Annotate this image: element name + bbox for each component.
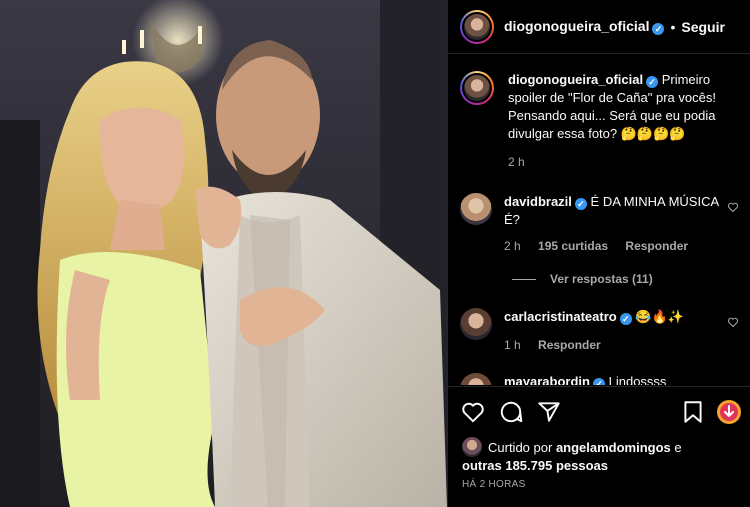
likes-conj: e (674, 440, 682, 455)
comment-username[interactable]: carlacristinateatro (504, 309, 617, 324)
comment-time[interactable]: 1 h (504, 338, 521, 352)
caption-body: diogonogueira_oficial ✓ Primeiro spoiler … (508, 71, 740, 143)
woman-figure (37, 61, 216, 507)
comment-username[interactable]: mayarabordin (504, 374, 590, 385)
post-timestamp[interactable]: HÁ 2 HORAS (462, 479, 526, 490)
verified-badge-icon: ✓ (619, 313, 632, 325)
view-replies-button[interactable]: Ver respostas (11) (512, 272, 653, 286)
comment-like-heart-icon[interactable] (727, 316, 739, 328)
post-photo-illustration (0, 0, 447, 507)
comment-time[interactable]: 2 h (504, 239, 521, 253)
post-photo (0, 0, 447, 507)
comment-body: davidbrazil ✓ É DA MINHA MÚSICA É? (504, 193, 736, 229)
post-actions: Curtido por angelamdomingos e outras 185… (448, 386, 750, 507)
caption-time[interactable]: 2 h (508, 155, 525, 169)
bookmark-icon[interactable] (680, 399, 706, 425)
reply-button[interactable]: Responder (538, 338, 601, 352)
comment-body: mayarabordin ✓ Lindossss (504, 373, 736, 385)
view-replies-label[interactable]: Ver respostas (11) (550, 272, 653, 286)
comment-like-heart-icon[interactable] (727, 201, 739, 213)
comment-body: carlacristinateatro ✓ 😂🔥✨ (504, 308, 736, 326)
caption-avatar[interactable] (460, 71, 494, 105)
author-avatar[interactable] (460, 9, 494, 44)
author-username-text[interactable]: diogonogueira_oficial (504, 18, 649, 34)
heart-icon[interactable] (460, 399, 486, 425)
action-icons (460, 399, 743, 425)
comment-avatar[interactable] (460, 373, 492, 385)
likes-summary: Curtido por angelamdomingos e outras 185… (462, 437, 737, 475)
comment-likes-count[interactable]: 195 curtidas (538, 239, 608, 253)
post-header: diogonogueira_oficial ✓ • Seguir (448, 0, 750, 54)
likes-prefix: Curtido por (488, 440, 553, 455)
comment-meta: 1 h Responder (504, 338, 615, 352)
caption-username[interactable]: diogonogueira_oficial (508, 72, 643, 87)
liker-username[interactable]: angelamdomingos (556, 440, 671, 455)
share-icon[interactable] (536, 399, 562, 425)
caption-meta: 2 h (508, 155, 539, 169)
verified-badge-icon: ✓ (646, 76, 659, 88)
comment-text: 😂🔥✨ (635, 309, 684, 324)
header-separator: • (670, 18, 676, 35)
verified-badge-icon: ✓ (592, 378, 605, 385)
verified-badge-icon: ✓ (574, 198, 587, 210)
author-username[interactable]: diogonogueira_oficial ✓ (504, 18, 665, 35)
reply-button[interactable]: Responder (625, 239, 688, 253)
comment-avatar[interactable] (460, 193, 492, 225)
likes-others[interactable]: outras 185.795 pessoas (462, 458, 608, 473)
follow-button[interactable]: Seguir (681, 19, 725, 35)
liker-avatar[interactable] (462, 437, 482, 457)
comment-avatar[interactable] (460, 308, 492, 340)
download-badge-icon[interactable] (716, 399, 742, 425)
comment-icon[interactable] (498, 399, 524, 425)
comments-list[interactable]: diogonogueira_oficial ✓ Primeiro spoiler … (448, 55, 750, 385)
comment-meta: 2 h 195 curtidas Responder (504, 239, 702, 253)
comment-username[interactable]: davidbrazil (504, 194, 572, 209)
view-replies-line (512, 278, 536, 280)
comment-text: Lindossss (608, 374, 667, 385)
post-side-panel: diogonogueira_oficial ✓ • Seguir diogonog… (447, 0, 750, 507)
verified-badge-icon: ✓ (652, 23, 665, 35)
